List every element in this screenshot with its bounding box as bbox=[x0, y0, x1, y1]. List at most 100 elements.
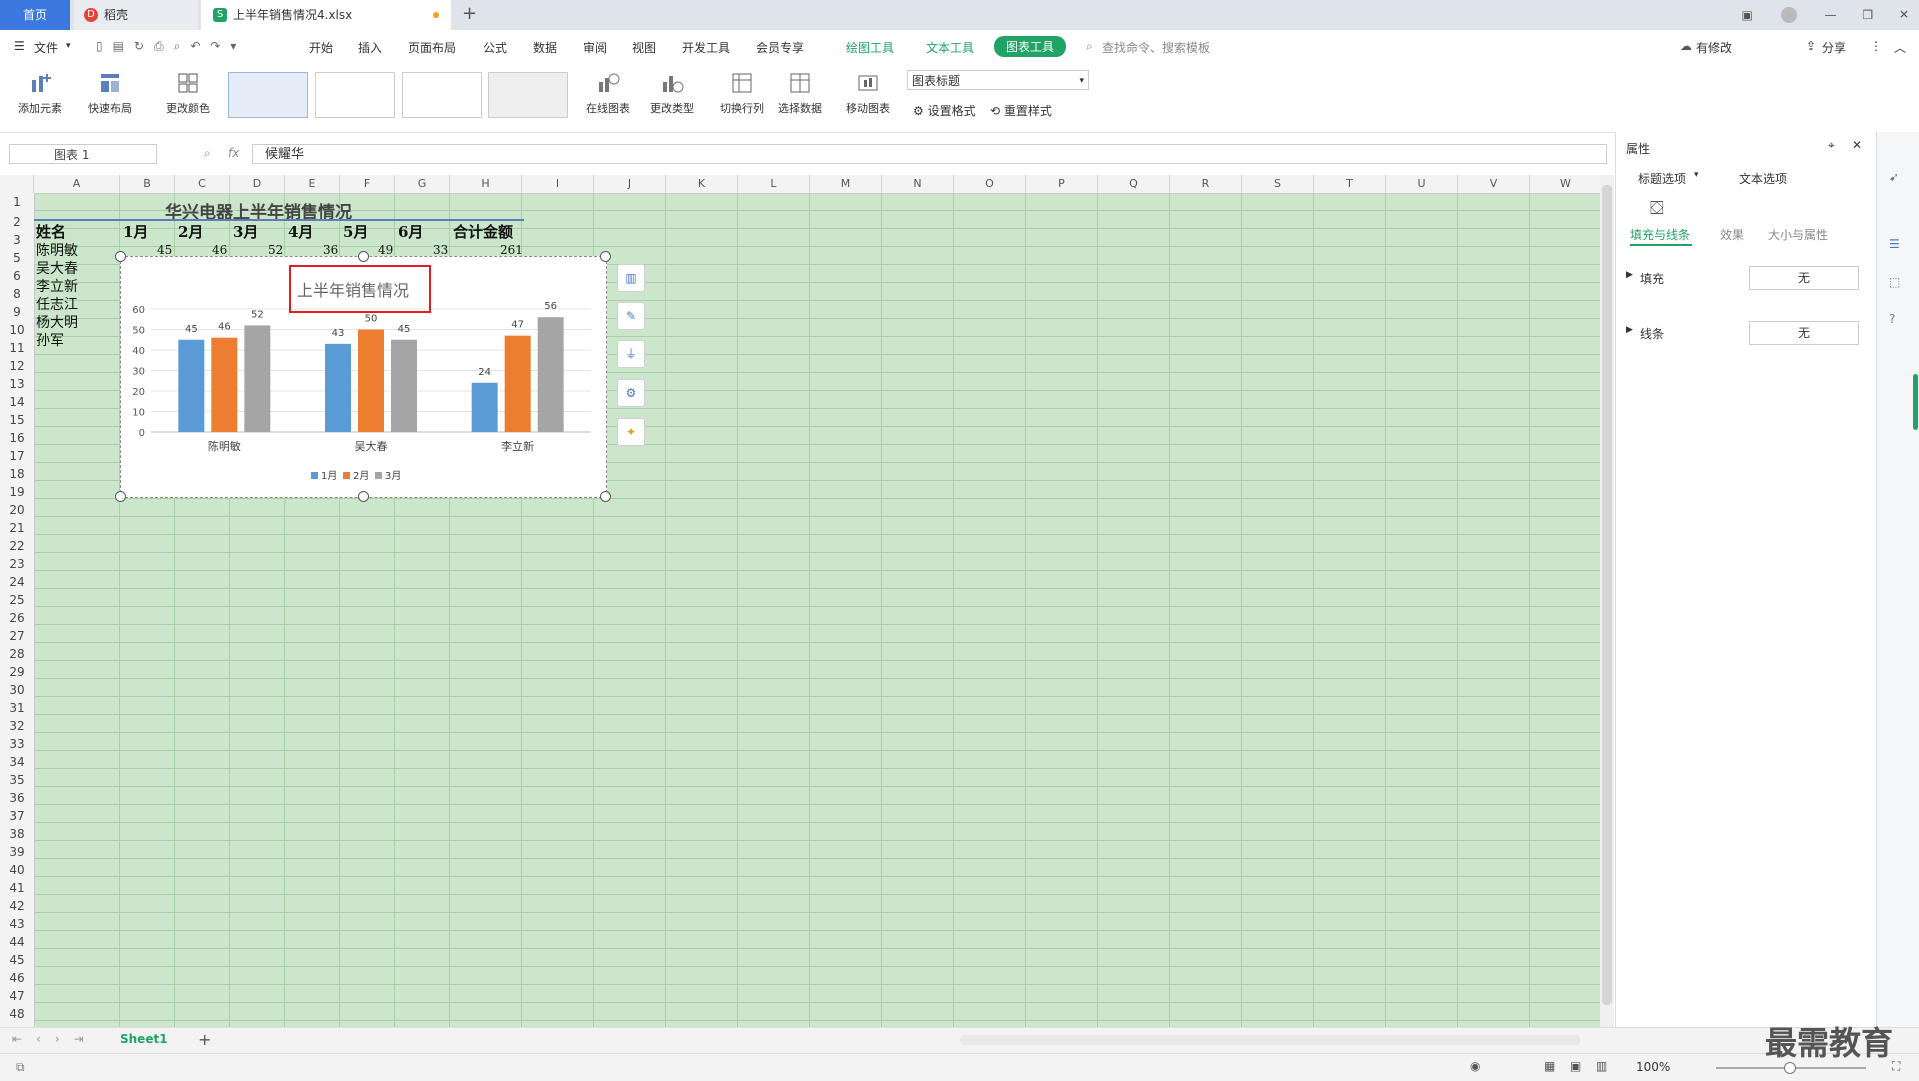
resize-handle-bl[interactable] bbox=[115, 491, 126, 502]
row-header-17[interactable]: 17 bbox=[0, 449, 34, 467]
row-header-10[interactable]: 10 bbox=[0, 323, 34, 341]
menu-chart-tools[interactable]: 图表工具 bbox=[994, 36, 1067, 57]
switch-row-col-button[interactable]: 切换行列 bbox=[712, 70, 772, 116]
column-header-s[interactable]: S bbox=[1242, 175, 1314, 193]
chart-title[interactable]: 上半年销售情况 bbox=[297, 277, 409, 301]
row-header-6[interactable]: 6 bbox=[0, 269, 34, 287]
menu-page-layout[interactable]: 页面布局 bbox=[408, 39, 456, 56]
fill-select[interactable]: 无 bbox=[1749, 266, 1859, 290]
row-header-47[interactable]: 47 bbox=[0, 989, 34, 1007]
column-header-g[interactable]: G bbox=[395, 175, 450, 193]
column-header-p[interactable]: P bbox=[1026, 175, 1098, 193]
expand-arrow-icon[interactable]: ▶ bbox=[1626, 270, 1633, 280]
change-color-button[interactable]: 更改颜色 bbox=[158, 70, 218, 116]
share-button[interactable]: 分享 bbox=[1822, 39, 1846, 56]
online-chart-button[interactable]: 在线图表 bbox=[578, 70, 638, 116]
row-header-24[interactable]: 24 bbox=[0, 575, 34, 593]
column-header-d[interactable]: D bbox=[230, 175, 285, 193]
close-icon[interactable]: ✕ bbox=[1899, 8, 1909, 22]
row-header-35[interactable]: 35 bbox=[0, 773, 34, 791]
column-header-u[interactable]: U bbox=[1386, 175, 1458, 193]
row3-jun[interactable]: 33 bbox=[433, 243, 448, 257]
avatar[interactable] bbox=[1780, 7, 1797, 23]
sub-effect[interactable]: 效果 bbox=[1720, 226, 1744, 243]
row11-name[interactable]: 孙军 bbox=[36, 330, 64, 350]
row-header-45[interactable]: 45 bbox=[0, 953, 34, 971]
zoom-slider[interactable] bbox=[1716, 1062, 1866, 1074]
column-header-b[interactable]: B bbox=[120, 175, 175, 193]
chart-style-thumb-3[interactable] bbox=[402, 72, 482, 118]
row-header-33[interactable]: 33 bbox=[0, 737, 34, 755]
menu-member[interactable]: 会员专享 bbox=[756, 39, 804, 56]
column-header-c[interactable]: C bbox=[175, 175, 230, 193]
column-header-f[interactable]: F bbox=[340, 175, 395, 193]
column-header-v[interactable]: V bbox=[1458, 175, 1530, 193]
resize-handle-tm[interactable] bbox=[358, 251, 369, 262]
menu-data[interactable]: 数据 bbox=[533, 39, 557, 56]
scrollbar-thumb[interactable] bbox=[1602, 185, 1612, 1005]
cloud-status[interactable]: 有修改 bbox=[1696, 39, 1732, 56]
hamburger-icon[interactable]: ☰ bbox=[14, 39, 25, 53]
eye-icon[interactable]: ◉ bbox=[1470, 1059, 1480, 1073]
set-format-button[interactable]: ⚙ 设置格式 bbox=[913, 102, 976, 119]
row3-total[interactable]: 261 bbox=[500, 243, 523, 257]
row-header-43[interactable]: 43 bbox=[0, 917, 34, 935]
command-search[interactable]: 查找命令、搜索模板 bbox=[1102, 39, 1210, 56]
row3-apr[interactable]: 36 bbox=[323, 243, 338, 257]
fullscreen-icon[interactable]: ⛶ bbox=[1892, 1059, 1900, 1074]
fx-label[interactable]: fx bbox=[228, 146, 239, 160]
row-header-28[interactable]: 28 bbox=[0, 647, 34, 665]
row-header-27[interactable]: 27 bbox=[0, 629, 34, 647]
chart-style-thumb-4[interactable] bbox=[488, 72, 568, 118]
reset-style-button[interactable]: ⟲ 重置样式 bbox=[990, 102, 1052, 119]
row10-name[interactable]: 杨大明 bbox=[36, 312, 78, 332]
chart-style-button[interactable]: ✎ bbox=[617, 302, 645, 330]
row9-name[interactable]: 任志江 bbox=[36, 294, 78, 314]
pin-icon[interactable]: ⌖ bbox=[1828, 138, 1835, 153]
sheet-tab-sheet1[interactable]: Sheet1 bbox=[120, 1032, 168, 1046]
tab-text-options[interactable]: 文本选项 bbox=[1739, 170, 1787, 187]
header-jan[interactable]: 1月 bbox=[123, 221, 148, 242]
chart-title-box[interactable]: 上半年销售情况 bbox=[289, 265, 431, 313]
header-name[interactable]: 姓名 bbox=[36, 221, 66, 242]
header-apr[interactable]: 4月 bbox=[288, 221, 313, 242]
row-header-3[interactable]: 3 bbox=[0, 233, 34, 251]
vertical-scrollbar[interactable] bbox=[1600, 175, 1614, 1027]
row-header-34[interactable]: 34 bbox=[0, 755, 34, 773]
new-tab-button[interactable]: + bbox=[462, 3, 477, 24]
row3-mar[interactable]: 52 bbox=[268, 243, 283, 257]
column-header-i[interactable]: I bbox=[522, 175, 594, 193]
column-header-j[interactable]: J bbox=[594, 175, 666, 193]
row3-feb[interactable]: 46 bbox=[212, 243, 227, 257]
panel-header[interactable]: 属性 bbox=[1626, 140, 1650, 157]
row-header-29[interactable]: 29 bbox=[0, 665, 34, 683]
row-header-16[interactable]: 16 bbox=[0, 431, 34, 449]
column-header-q[interactable]: Q bbox=[1098, 175, 1170, 193]
row-header-46[interactable]: 46 bbox=[0, 971, 34, 989]
column-header-l[interactable]: L bbox=[738, 175, 810, 193]
resize-handle-bm[interactable] bbox=[358, 491, 369, 502]
resize-handle-tl[interactable] bbox=[115, 251, 126, 262]
menu-draw-tools[interactable]: 绘图工具 bbox=[846, 39, 894, 56]
row-header-40[interactable]: 40 bbox=[0, 863, 34, 881]
chart-style-thumb-1[interactable] bbox=[228, 72, 308, 118]
row-header-14[interactable]: 14 bbox=[0, 395, 34, 413]
row-header-42[interactable]: 42 bbox=[0, 899, 34, 917]
row-header-21[interactable]: 21 bbox=[0, 521, 34, 539]
layout-icon[interactable]: ▣ bbox=[1742, 8, 1753, 22]
column-header-h[interactable]: H bbox=[450, 175, 522, 193]
chart-filter-button[interactable]: ⏚ bbox=[617, 340, 645, 368]
select-data-button[interactable]: 选择数据 bbox=[770, 70, 830, 116]
tab-daoke[interactable]: D 稻壳 bbox=[74, 0, 198, 30]
row-header-23[interactable]: 23 bbox=[0, 557, 34, 575]
zoom-level[interactable]: 100% bbox=[1636, 1060, 1670, 1074]
header-jun[interactable]: 6月 bbox=[398, 221, 423, 242]
more-icon[interactable]: ⋮ bbox=[1870, 39, 1882, 53]
row-header-1[interactable]: 1 bbox=[0, 195, 34, 213]
menu-developer[interactable]: 开发工具 bbox=[682, 39, 730, 56]
restore-icon[interactable]: ❐ bbox=[1862, 8, 1873, 22]
row-header-5[interactable]: 5 bbox=[0, 251, 34, 269]
column-header-n[interactable]: N bbox=[882, 175, 954, 193]
row-header-19[interactable]: 19 bbox=[0, 485, 34, 503]
menu-review[interactable]: 审阅 bbox=[583, 39, 607, 56]
